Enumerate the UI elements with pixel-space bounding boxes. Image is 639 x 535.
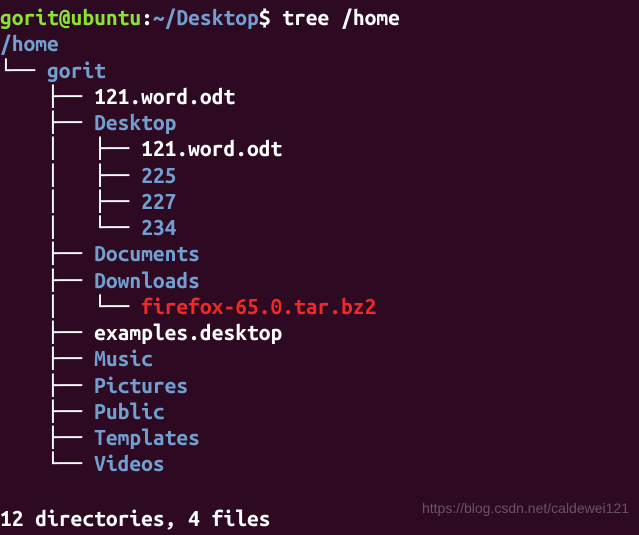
tree-row: └── gorit <box>0 57 639 83</box>
tree-prefix: ├── <box>0 110 94 134</box>
terminal-prompt: gorit@ubuntu:~/Desktop$ tree /home <box>0 4 639 30</box>
tree-prefix: └── <box>0 451 94 475</box>
tree-row: ├── Downloads <box>0 267 639 293</box>
tree-prefix: │ ├── <box>0 136 141 160</box>
tree-entry-dir: Templates <box>94 425 200 449</box>
user-host: gorit@ubuntu <box>0 5 141 29</box>
watermark: https://blog.csdn.net/caldewei121 <box>422 500 629 518</box>
tree-entry-dir: Pictures <box>94 373 188 397</box>
command-text: tree /home <box>282 5 400 29</box>
tree-row: │ └── firefox-65.0.tar.bz2 <box>0 293 639 319</box>
tree-entry-dir: Desktop <box>94 110 176 134</box>
tree-entry-archive: firefox-65.0.tar.bz2 <box>141 294 376 318</box>
tree-prefix: │ ├── <box>0 189 141 213</box>
tree-output: └── gorit ├── 121.word.odt ├── Desktop │… <box>0 57 639 477</box>
tree-row: ├── Music <box>0 345 639 371</box>
tree-prefix: ├── <box>0 84 94 108</box>
tree-prefix: ├── <box>0 373 94 397</box>
tree-row: ├── Public <box>0 398 639 424</box>
tree-entry-file: 121.word.odt <box>94 84 235 108</box>
tree-entry-dir: Documents <box>94 241 200 265</box>
tree-prefix: │ └── <box>0 294 141 318</box>
tree-entry-dir: gorit <box>47 58 106 82</box>
tree-entry-dir: Music <box>94 346 153 370</box>
tree-entry-dir: 234 <box>141 215 176 239</box>
tree-row: │ └── 234 <box>0 214 639 240</box>
tree-row: │ ├── 225 <box>0 162 639 188</box>
tree-row: ├── Documents <box>0 240 639 266</box>
tree-entry-dir: Public <box>94 399 165 423</box>
tree-entry-dir: 225 <box>141 163 176 187</box>
prompt-colon: : <box>141 5 153 29</box>
current-path: ~/Desktop <box>153 5 259 29</box>
tree-prefix: │ ├── <box>0 163 141 187</box>
tree-entry-dir: 227 <box>141 189 176 213</box>
tree-prefix: └── <box>0 58 47 82</box>
tree-prefix: ├── <box>0 320 94 344</box>
tree-entry-dir: Videos <box>94 451 165 475</box>
tree-row: ├── Templates <box>0 424 639 450</box>
tree-prefix: ├── <box>0 399 94 423</box>
tree-row: │ ├── 227 <box>0 188 639 214</box>
tree-root: /home <box>0 30 639 56</box>
tree-row: ├── 121.word.odt <box>0 83 639 109</box>
tree-prefix: ├── <box>0 425 94 449</box>
tree-prefix: ├── <box>0 241 94 265</box>
tree-row: ├── Desktop <box>0 109 639 135</box>
tree-prefix: ├── <box>0 268 94 292</box>
tree-prefix: ├── <box>0 346 94 370</box>
prompt-dollar: $ <box>259 5 283 29</box>
tree-row: ├── Pictures <box>0 372 639 398</box>
tree-entry-dir: Downloads <box>94 268 200 292</box>
tree-entry-file: examples.desktop <box>94 320 282 344</box>
tree-row: ├── examples.desktop <box>0 319 639 345</box>
tree-prefix: │ └── <box>0 215 141 239</box>
tree-row: └── Videos <box>0 450 639 476</box>
root-path: /home <box>0 31 59 55</box>
tree-row: │ ├── 121.word.odt <box>0 135 639 161</box>
tree-entry-file: 121.word.odt <box>141 136 282 160</box>
